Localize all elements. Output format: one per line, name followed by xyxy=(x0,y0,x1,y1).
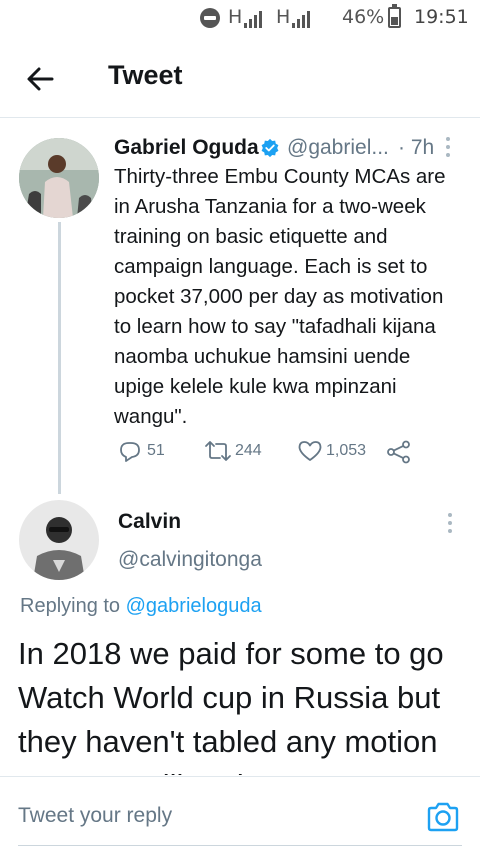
avatar[interactable] xyxy=(19,138,99,218)
reply-composer: Tweet your reply xyxy=(0,776,480,854)
retweet-action[interactable]: 244 xyxy=(204,438,274,466)
more-icon[interactable] xyxy=(444,137,452,161)
reply-input[interactable]: Tweet your reply xyxy=(18,804,172,828)
author-handle[interactable]: @gabriel... xyxy=(287,136,389,160)
status-bar: H H 46% 19:51 xyxy=(0,0,480,38)
replying-to: Replying to @gabrieloguda xyxy=(20,595,262,618)
author-handle[interactable]: @calvingitonga xyxy=(118,548,262,572)
reply-count: 51 xyxy=(147,442,165,459)
signal-icon xyxy=(292,10,318,28)
thread-line xyxy=(58,222,61,494)
author-name[interactable]: Calvin xyxy=(118,510,181,534)
replying-to-label: Replying to xyxy=(20,595,121,617)
retweet-icon xyxy=(205,441,231,461)
reply-action[interactable]: 51 xyxy=(118,438,168,466)
reply-text: In 2018 we paid for some to go Watch Wor… xyxy=(18,636,444,775)
retweet-count: 244 xyxy=(235,442,262,459)
tweet-text: Thirty-three Embu County MCAs are in Aru… xyxy=(114,165,446,428)
camera-icon[interactable] xyxy=(426,801,460,833)
reply-input-underline xyxy=(18,845,462,846)
battery-icon xyxy=(388,4,401,28)
avatar[interactable] xyxy=(19,500,99,580)
do-not-disturb-icon xyxy=(200,8,220,28)
share-icon[interactable] xyxy=(386,440,412,464)
verified-badge-icon xyxy=(261,138,279,158)
like-count: 1,053 xyxy=(326,442,367,459)
more-icon[interactable] xyxy=(446,513,454,537)
network-type-2: H xyxy=(276,6,291,28)
clock: 19:51 xyxy=(414,6,469,28)
tweet-time: · 7h xyxy=(398,136,435,159)
battery-percent: 46% xyxy=(342,6,385,28)
author-name[interactable]: Gabriel Oguda xyxy=(114,136,259,160)
app-header: Tweet xyxy=(0,38,480,118)
back-arrow-icon[interactable] xyxy=(22,60,60,98)
signal-icon xyxy=(244,10,270,28)
replying-to-mention[interactable]: @gabrieloguda xyxy=(126,595,262,617)
like-icon xyxy=(298,441,322,461)
network-type-1: H xyxy=(228,6,243,28)
page-title: Tweet xyxy=(108,60,183,90)
reply-icon xyxy=(120,442,140,462)
like-action[interactable]: 1,053 xyxy=(297,438,377,466)
